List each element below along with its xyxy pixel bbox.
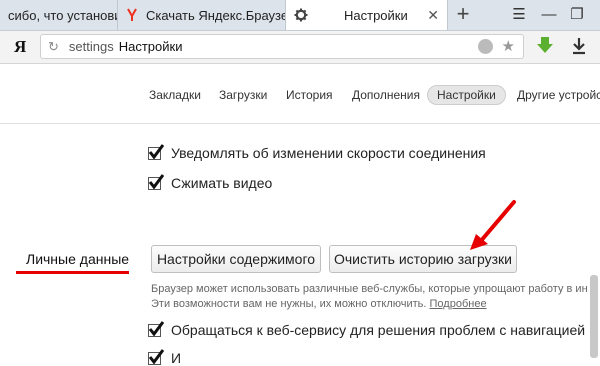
scrollbar-thumb[interactable]: [590, 275, 598, 358]
checkbox-checked[interactable]: [148, 348, 165, 365]
gear-icon: [294, 8, 308, 22]
red-underline-annotation: [16, 271, 129, 274]
more-link[interactable]: Подробнее: [430, 298, 487, 310]
settings-nav-extensions[interactable]: Дополнения: [352, 88, 420, 102]
note-line-2: Эти возможности вам не нужны, их можно о…: [151, 298, 430, 310]
option-label: Уведомлять об изменении скорости соедине…: [171, 145, 486, 161]
checkbox-checked[interactable]: [148, 173, 165, 190]
settings-nav-downloads[interactable]: Загрузки: [219, 88, 267, 102]
option-navigation-service[interactable]: Обращаться к веб-сервису для решения про…: [148, 320, 586, 338]
url-title: Настройки: [118, 39, 183, 54]
option-label: Обращаться к веб-сервису для решения про…: [171, 322, 586, 338]
option-compress-video[interactable]: Сжимать видео: [148, 173, 273, 191]
nav-divider: [0, 123, 600, 124]
settings-nav-history[interactable]: История: [286, 88, 333, 102]
address-input[interactable]: ↻ settings Настройки ★: [40, 34, 524, 59]
red-arrow-annotation: [470, 200, 516, 250]
new-tab-button[interactable]: +: [452, 3, 474, 26]
option-speed-notify[interactable]: Уведомлять об изменении скорости соедине…: [148, 143, 486, 161]
settings-nav-settings[interactable]: Настройки: [427, 85, 506, 105]
bookmark-star-icon[interactable]: ★: [502, 37, 515, 55]
protect-shield-icon[interactable]: [478, 39, 493, 54]
restore-icon[interactable]: ❐: [566, 4, 588, 26]
yandex-logo[interactable]: Я: [14, 37, 26, 57]
section-title-personal-data: Личные данные: [26, 251, 130, 267]
settings-nav-other-devices[interactable]: Другие устройств: [517, 88, 600, 102]
option-label: И: [171, 350, 182, 366]
tab-strip: сибо, что установили Я Скачать Яндекс.Бр…: [0, 0, 600, 31]
tab-welcome[interactable]: сибо, что установили Я: [0, 0, 118, 30]
option-label: Сжимать видео: [171, 175, 273, 191]
url-protocol: settings: [68, 39, 114, 54]
tab-settings[interactable]: Настройки ✕: [286, 0, 448, 30]
address-bar-row: Я ↻ settings Настройки ★: [0, 31, 600, 64]
tab-label: Скачать Яндекс.Браузер: [146, 7, 286, 23]
tab-label: Настройки: [344, 7, 408, 23]
content-settings-button[interactable]: Настройки содержимого: [151, 245, 321, 273]
checkbox-checked[interactable]: [148, 320, 165, 337]
minimize-icon[interactable]: —: [538, 4, 560, 26]
tab-download-browser[interactable]: Скачать Яндекс.Браузер: [118, 0, 286, 30]
reload-icon[interactable]: ↻: [48, 39, 59, 55]
downloads-icon[interactable]: [570, 36, 588, 56]
settings-nav: Закладки Загрузки История Дополнения Нас…: [0, 80, 600, 110]
services-note: Браузер может использовать различные веб…: [151, 282, 600, 312]
green-download-icon[interactable]: [536, 36, 554, 56]
tab-label: сибо, что установили Я: [8, 7, 117, 23]
settings-nav-bookmarks[interactable]: Закладки: [149, 88, 201, 102]
menu-icon[interactable]: ☰: [508, 4, 530, 26]
note-line-1: Браузер может использовать различные веб…: [151, 283, 588, 295]
option-partial[interactable]: И: [148, 348, 182, 366]
checkbox-checked[interactable]: [148, 143, 165, 160]
yandex-y-icon: [126, 8, 138, 22]
close-tab-icon[interactable]: ✕: [427, 7, 439, 24]
